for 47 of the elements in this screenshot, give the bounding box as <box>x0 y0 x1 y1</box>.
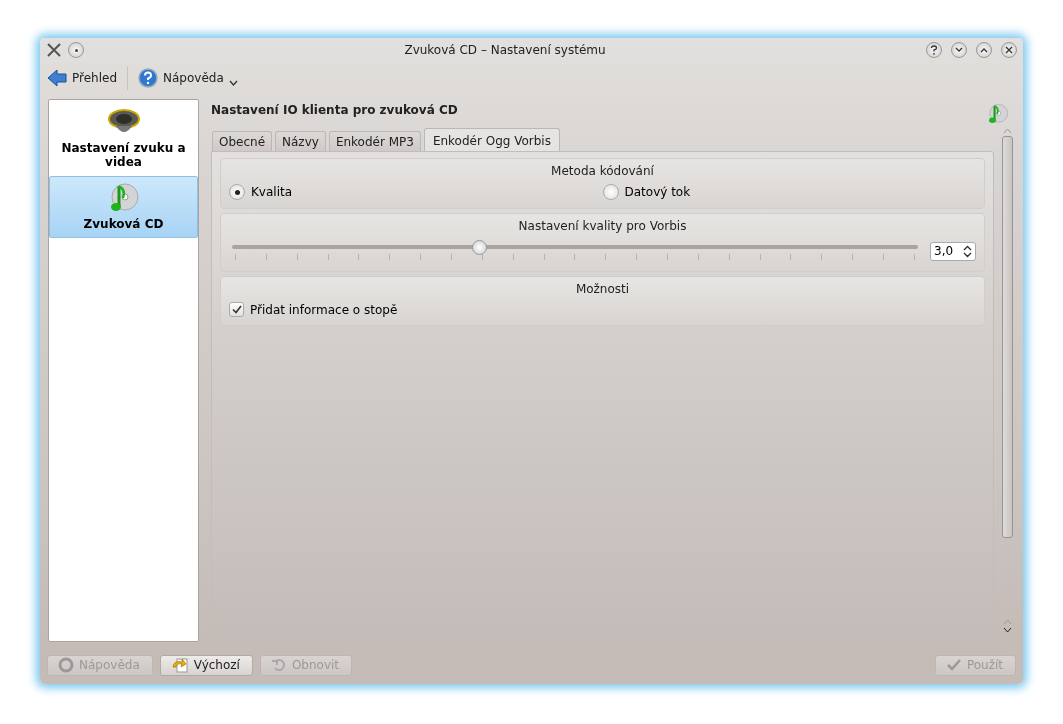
overview-button[interactable]: Přehled <box>47 69 118 87</box>
window-title: Zvuková CD – Nastavení systému <box>403 43 607 57</box>
sidebar-item[interactable]: Zvuková CD <box>49 176 198 238</box>
spin-arrows-icon <box>963 244 972 258</box>
quality-slider[interactable] <box>232 239 918 263</box>
group-title: Možnosti <box>574 282 631 296</box>
page-title: Nastavení IO klienta pro zvuková CD <box>211 103 458 117</box>
help-icon <box>138 68 159 88</box>
checkbox-label[interactable]: Přidat informace o stopě <box>250 302 398 317</box>
quality-spinbox[interactable]: 3,0 <box>930 241 976 261</box>
help-menu-button[interactable]: Nápověda <box>138 68 238 88</box>
undo-document-icon <box>170 657 189 673</box>
help-button[interactable] <box>926 42 942 58</box>
checkbox[interactable] <box>229 302 244 317</box>
caret-up-icon <box>980 47 988 53</box>
group-title: Metoda kódování <box>550 164 655 178</box>
tab[interactable]: Názvy <box>275 131 326 151</box>
caret-down-icon <box>955 47 963 53</box>
radio-button[interactable] <box>602 184 619 200</box>
tab[interactable]: Enkodér Ogg Vorbis <box>423 128 560 151</box>
caret-icon <box>228 80 238 86</box>
radio-label[interactable]: Kvalita <box>251 185 293 199</box>
scroll-up-icon <box>1002 128 1012 134</box>
scroll-up-icon <box>1002 619 1012 625</box>
pin-button[interactable] <box>68 42 84 58</box>
radio-button[interactable] <box>229 184 245 200</box>
radio-label[interactable]: Datový tok <box>624 185 691 199</box>
scrollbar-thumb[interactable] <box>1001 136 1013 538</box>
minimize-button[interactable] <box>951 42 967 58</box>
spinbox-value: 3,0 <box>934 244 954 258</box>
slider-thumb[interactable] <box>471 240 487 255</box>
tab[interactable]: Obecné <box>212 131 273 151</box>
group-title: Nastavení kvality pro Vorbis <box>517 219 688 233</box>
close-icon <box>1005 46 1013 54</box>
maximize-button[interactable] <box>976 42 992 58</box>
reset-icon <box>270 657 287 673</box>
tab[interactable]: Enkodér MP3 <box>328 131 421 151</box>
question-mark-icon <box>930 45 938 55</box>
defaults-button[interactable]: Výchozí <box>159 654 253 676</box>
checkmark-icon <box>945 658 962 672</box>
cd-music-icon <box>987 103 1009 125</box>
scrollbar[interactable] <box>999 128 1015 633</box>
sidebar-item[interactable]: Nastavení zvuku a videa <box>49 102 198 176</box>
close-button[interactable] <box>1001 42 1017 58</box>
dot-icon <box>74 48 78 52</box>
scroll-down-icon <box>1002 627 1012 633</box>
back-arrow-icon <box>47 69 67 87</box>
